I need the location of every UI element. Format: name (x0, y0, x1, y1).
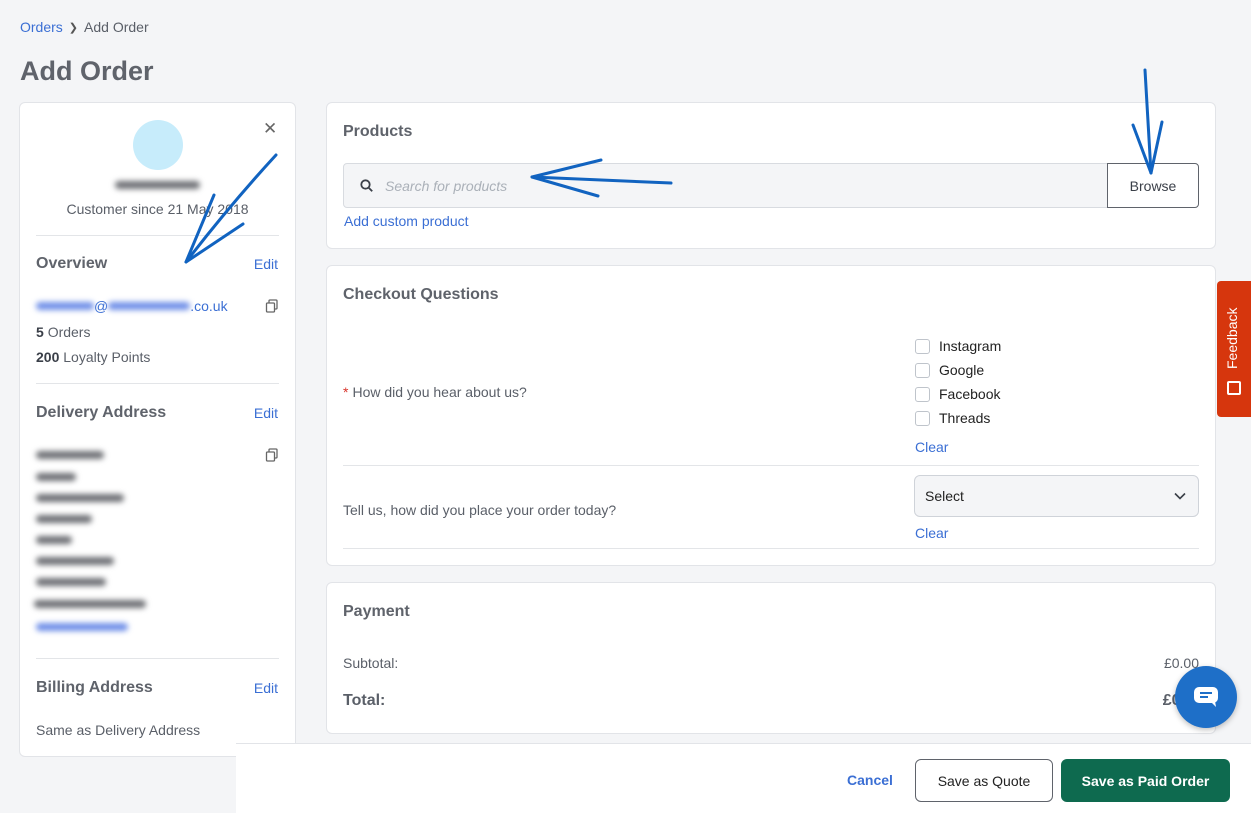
search-input[interactable] (385, 177, 1085, 194)
email-redacted-user (36, 302, 94, 310)
points-count: 200 (36, 349, 60, 365)
option-label: Instagram (939, 338, 1002, 354)
feedback-label: Feedback (1224, 307, 1240, 369)
breadcrumb-orders-link[interactable]: Orders (20, 19, 63, 35)
payment-card: Payment Subtotal: £0.00 Total: £0. (326, 582, 1216, 734)
billing-value: Same as Delivery Address (36, 722, 201, 738)
checkbox[interactable] (915, 362, 930, 378)
subtotal-label: Subtotal: (343, 655, 399, 671)
breadcrumb: Orders ❯ Add Order (20, 19, 149, 35)
email-redacted-domain (108, 302, 191, 310)
select-value: Select (925, 488, 964, 504)
save-as-quote-button[interactable]: Save as Quote (915, 759, 1053, 802)
required-mark: * (343, 384, 349, 400)
address-line-redacted (36, 623, 128, 631)
total-label: Total: (343, 692, 386, 709)
customer-name-redacted (115, 181, 200, 189)
email-suffix: .co.uk (190, 298, 228, 314)
chat-bubble-icon (1194, 687, 1218, 707)
add-custom-product-link[interactable]: Add custom product (344, 213, 469, 229)
option-label: Google (939, 362, 985, 378)
customer-email[interactable]: @ .co.uk (36, 298, 228, 314)
option-label: Threads (939, 410, 991, 426)
points-stat: 200 Loyalty Points (36, 349, 150, 365)
points-label: Loyalty Points (63, 349, 151, 365)
checkbox[interactable] (915, 386, 930, 402)
search-icon (360, 179, 373, 192)
copy-icon[interactable] (265, 448, 279, 462)
copy-icon[interactable] (265, 299, 279, 313)
page-title: Add Order (20, 56, 154, 86)
divider (36, 235, 279, 236)
option-instagram[interactable]: Instagram (915, 338, 1001, 354)
orders-stat: 5 Orders (36, 324, 90, 340)
products-title: Products (343, 123, 413, 140)
customer-card: ✕ Customer since 21 May 2018 Overview Ed… (19, 102, 296, 757)
option-label: Facebook (939, 386, 1001, 402)
checkbox[interactable] (915, 338, 930, 354)
question-label: * How did you hear about us? (343, 384, 527, 400)
divider (36, 383, 279, 384)
subtotal-row: Subtotal: £0.00 (343, 655, 1199, 671)
feedback-icon (1227, 381, 1241, 395)
billing-title: Billing Address (36, 679, 153, 696)
option-facebook[interactable]: Facebook (915, 386, 1000, 402)
delivery-edit-link[interactable]: Edit (254, 405, 278, 421)
chevron-down-icon (1174, 492, 1186, 500)
checkout-title: Checkout Questions (343, 286, 499, 303)
bottom-action-bar: Cancel Save as Quote Save as Paid Order (236, 743, 1251, 813)
breadcrumb-current: Add Order (84, 19, 149, 35)
order-method-select[interactable]: Select (914, 475, 1199, 517)
address-line-redacted (36, 578, 106, 586)
question-text: How did you hear about us? (352, 384, 527, 400)
close-icon[interactable]: ✕ (263, 119, 277, 139)
divider (343, 465, 1199, 466)
email-at: @ (94, 298, 109, 314)
address-line-redacted (36, 451, 104, 459)
save-as-paid-order-button[interactable]: Save as Paid Order (1061, 759, 1230, 802)
address-line-redacted (36, 557, 114, 565)
products-card: Products Browse Add custom product (326, 102, 1216, 249)
address-line-redacted (36, 473, 76, 481)
divider (343, 548, 1199, 549)
delivery-title: Delivery Address (36, 404, 167, 421)
overview-title: Overview (36, 255, 108, 272)
address-line-redacted (36, 515, 92, 523)
orders-count: 5 (36, 324, 44, 340)
clear-link[interactable]: Clear (915, 439, 948, 455)
billing-edit-link[interactable]: Edit (254, 680, 278, 696)
question-text: Tell us, how did you place your order to… (343, 502, 617, 518)
chat-launcher-button[interactable] (1175, 666, 1237, 728)
customer-since: Customer since 21 May 2018 (66, 201, 249, 217)
feedback-tab[interactable]: Feedback (1217, 281, 1251, 417)
clear-link[interactable]: Clear (915, 525, 948, 541)
checkbox[interactable] (915, 410, 930, 426)
address-line-redacted (36, 494, 124, 502)
browse-button[interactable]: Browse (1107, 163, 1199, 208)
avatar (133, 120, 183, 170)
option-google[interactable]: Google (915, 362, 984, 378)
option-threads[interactable]: Threads (915, 410, 990, 426)
orders-label: Orders (47, 324, 91, 340)
product-search[interactable] (343, 163, 1108, 208)
chevron-right-icon: ❯ (68, 21, 79, 34)
cancel-button[interactable]: Cancel (847, 772, 893, 788)
checkout-questions-card: Checkout Questions * How did you hear abo… (326, 265, 1216, 566)
address-line-redacted (36, 536, 72, 544)
divider (36, 658, 279, 659)
total-row: Total: £0. (343, 692, 1199, 710)
address-line-redacted (34, 600, 146, 608)
overview-edit-link[interactable]: Edit (254, 256, 278, 272)
payment-title: Payment (343, 603, 410, 620)
